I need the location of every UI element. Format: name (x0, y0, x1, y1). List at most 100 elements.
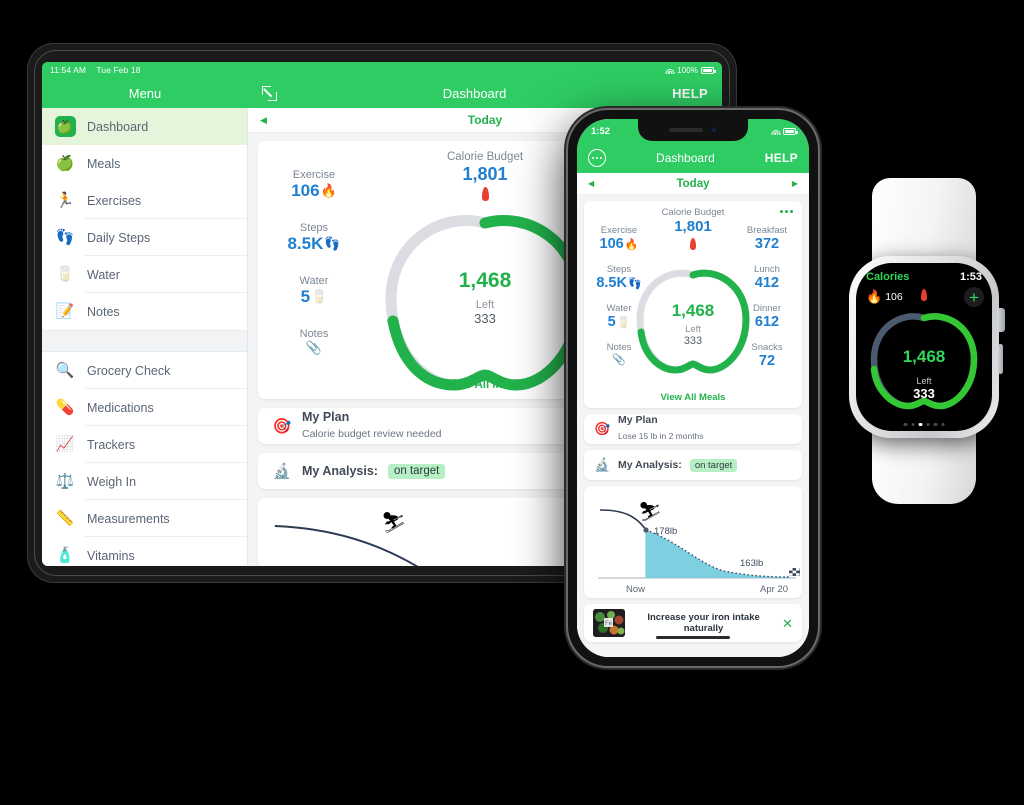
menu-title: Menu (128, 85, 162, 101)
sidebar-item-notes[interactable]: 📝 Notes (42, 293, 247, 330)
sidebar-item-vitamins[interactable]: 🧴 Vitamins (42, 537, 247, 566)
sidebar-item-measurements[interactable]: 📏 Measurements (42, 500, 247, 537)
digital-crown[interactable] (997, 308, 1005, 332)
food-photo-svg: Fe (593, 609, 625, 637)
stat-breakfast[interactable]: Breakfast 372 (738, 225, 796, 252)
phone-apple-progress-ring: 1,468 Left 333 (634, 263, 752, 375)
magnifier-check-icon: 🔍 (55, 362, 75, 379)
calories-left-label: Left (685, 324, 701, 335)
sidebar-item-trackers[interactable]: 📈 Trackers (42, 426, 247, 463)
calories-consumed-value: 1,468 (902, 347, 946, 366)
page-dot (911, 422, 915, 426)
sidebar-item-label: Grocery Check (87, 363, 171, 378)
sidebar-item-daily-steps[interactable]: 👣 Daily Steps (42, 219, 247, 256)
phone-my-plan-card[interactable]: 🎯 My Plan Lose 15 lb in 2 months (584, 414, 802, 444)
chart-start-label: 178lb (654, 526, 677, 537)
phone-device: 1:52 Dashboard HELP ◀ Today ▶ Calorie Bu… (568, 110, 818, 666)
phone-my-analysis-card[interactable]: 🔬 My Analysis: on target (584, 450, 802, 480)
sidebar-divider (42, 330, 247, 352)
sidebar-item-label: Weigh In (87, 474, 137, 489)
phone-calorie-summary-card: Calorie Budget 1,801 Exercise 106 🔥 Steps… (584, 201, 802, 408)
weight-chart-svg: 178lb 163lb Now Apr 20 (598, 509, 800, 595)
previous-day-arrow[interactable]: ◀ (588, 179, 594, 188)
water-glass-icon: 🥛 (55, 266, 75, 283)
stat-water[interactable]: Water 5 🥛 (278, 275, 350, 307)
sidebar-item-weigh-in[interactable]: ⚖️ Weigh In (42, 463, 247, 500)
calorie-budget-label: Calorie Budget (661, 207, 725, 218)
water-glass-icon: 🥛 (616, 316, 631, 329)
previous-day-arrow[interactable]: ◀ (260, 115, 267, 126)
calories-left-label: Left (475, 299, 495, 311)
sidebar-item-water[interactable]: 🥛 Water (42, 256, 247, 293)
promo-device-mockup: 11:54 AM Tue Feb 18 100% Menu Dashboard … (0, 0, 1024, 805)
sidebar-item-medications[interactable]: 💊 Medications (42, 389, 247, 426)
stat-value: 612 (754, 314, 780, 330)
stat-value: 412 (754, 275, 780, 291)
sidebar-item-dashboard[interactable]: 🍏 Dashboard (42, 108, 247, 145)
phone-ad-banner[interactable]: Fe Increase your iron intake naturally ✕ (584, 604, 802, 642)
sidebar-item-grocery-check[interactable]: 🔍 Grocery Check (42, 352, 247, 389)
stat-label: Notes (299, 328, 329, 340)
apple-stem-icon (921, 289, 927, 301)
sidebar-item-label: Notes (87, 304, 120, 319)
stat-exercise[interactable]: Exercise 106 🔥 (278, 169, 350, 201)
microscope-icon: 🔬 (272, 463, 292, 480)
help-button[interactable]: HELP (672, 86, 708, 101)
wifi-icon (771, 128, 780, 135)
fire-icon: 🔥 (320, 183, 337, 198)
chart-end-label: 163lb (740, 558, 763, 569)
page-dot (941, 422, 945, 426)
phone-date-selector[interactable]: ◀ Today ▶ (577, 173, 809, 195)
sidebar-item-exercises[interactable]: 🏃 Exercises (42, 182, 247, 219)
phone-apple-center-readout: 1,468 Left 333 (634, 301, 752, 347)
footprints-icon: 👣 (324, 236, 341, 251)
watch-side-button[interactable] (998, 344, 1003, 374)
stat-value: 8.5K (596, 275, 627, 291)
calories-left-value: 333 (683, 335, 703, 347)
stat-value: 8.5K (287, 234, 324, 253)
kebab-circle-icon[interactable] (588, 149, 606, 167)
phone-page-title: Dashboard (656, 151, 715, 165)
phone-view-all-meals-link[interactable]: View All Meals (584, 392, 802, 403)
tablet-sidebar[interactable]: 🍏 Dashboard 🍏 Meals 🏃 Exercises 👣 Daily … (42, 108, 248, 566)
stat-value: 106 (291, 181, 320, 200)
expand-collapse-icon[interactable] (262, 85, 277, 101)
page-title: Dashboard (442, 85, 507, 101)
watch-title: Calories (866, 271, 910, 283)
stat-notes[interactable]: Notes 📎 (278, 328, 350, 356)
phone-weight-projection-chart[interactable]: 178lb 163lb Now Apr 20 ⛷ (584, 486, 802, 598)
stat-value: 106 (599, 236, 624, 252)
wifi-icon (665, 67, 675, 74)
stat-steps[interactable]: Steps 8.5K 👣 (278, 222, 350, 254)
sidebar-item-label: Dashboard (87, 119, 149, 134)
phone-screen: 1:52 Dashboard HELP ◀ Today ▶ Calorie Bu… (577, 119, 809, 657)
notes-icon: 📝 (55, 303, 75, 320)
chart-x-end: Apr 20 (760, 584, 788, 595)
current-day-label: Today (467, 113, 503, 127)
footprints-icon: 👣 (55, 229, 75, 246)
calories-consumed-value: 1,468 (671, 301, 715, 320)
my-plan-title: My Plan (618, 414, 658, 426)
page-indicator-dots (903, 422, 945, 426)
skier-icon: ⛷ (638, 502, 663, 523)
fire-icon: 🔥 (624, 238, 639, 251)
phone-help-button[interactable]: HELP (765, 151, 798, 165)
next-day-arrow[interactable]: ▶ (792, 179, 798, 188)
svg-text:Fe: Fe (605, 621, 613, 627)
close-icon[interactable]: ✕ (782, 617, 793, 630)
battery-icon (701, 66, 716, 74)
sidebar-item-meals[interactable]: 🍏 Meals (42, 145, 247, 182)
front-camera (711, 127, 717, 133)
fire-icon: 🔥 (866, 289, 883, 304)
scale-icon: ⚖️ (55, 473, 75, 490)
stat-exercise[interactable]: Exercise 106 🔥 (590, 225, 648, 252)
microscope-icon: 🔬 (594, 457, 611, 472)
add-button[interactable]: + (964, 287, 984, 307)
status-date: Tue Feb 18 (96, 65, 141, 75)
sidebar-item-label: Medications (87, 400, 154, 415)
paperclip-icon: 📎 (305, 340, 323, 355)
skier-icon: ⛷ (381, 512, 407, 534)
page-dot (903, 422, 907, 426)
tablet-nav-bar: Menu Dashboard HELP (42, 78, 722, 108)
calories-consumed-value: 1,468 (458, 269, 512, 292)
